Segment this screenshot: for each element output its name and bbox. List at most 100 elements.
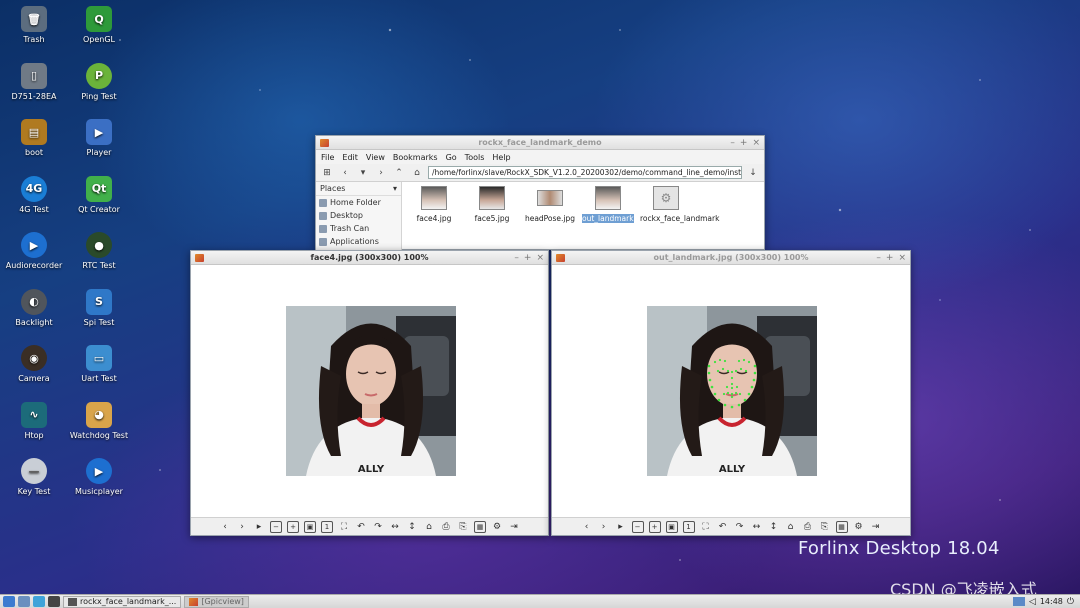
- desktop-shortcut[interactable]: Q OpenGL: [66, 6, 132, 44]
- minimize-button[interactable]: –: [514, 253, 519, 263]
- place-trash-can[interactable]: Trash Can: [316, 222, 401, 235]
- desktop-shortcut[interactable]: ◐ Backlight: [1, 288, 67, 327]
- open-icon[interactable]: ⌂: [785, 521, 797, 533]
- flip-vertical-icon[interactable]: ↕: [406, 521, 418, 533]
- desktop-shortcut[interactable]: ▶ Musicplayer: [66, 458, 132, 496]
- file-manager-launcher-icon[interactable]: [18, 596, 30, 607]
- close-button[interactable]: ×: [536, 253, 544, 263]
- menu-bookmarks[interactable]: Bookmarks: [393, 153, 438, 162]
- delete-icon[interactable]: ▦: [835, 520, 848, 533]
- menu-go[interactable]: Go: [446, 153, 457, 162]
- viewer-left-titlebar[interactable]: face4.jpg (300x300) 100% – + ×: [191, 251, 548, 265]
- network-icon[interactable]: [1012, 597, 1025, 606]
- menu-view[interactable]: View: [366, 153, 385, 162]
- rotate-left-icon[interactable]: ↶: [355, 521, 367, 533]
- quit-icon[interactable]: ⇥: [508, 521, 520, 533]
- zoom-in-icon[interactable]: +: [648, 520, 661, 533]
- file-item[interactable]: face4.jpg: [408, 186, 460, 246]
- preferences-icon[interactable]: ⚙: [491, 521, 503, 533]
- rotate-right-icon[interactable]: ↷: [372, 521, 384, 533]
- zoom-in-icon[interactable]: +: [287, 520, 299, 533]
- save-as-icon[interactable]: ⎘: [819, 521, 831, 533]
- file-item[interactable]: ⚙ rockx_face_landmark: [640, 186, 719, 246]
- desktop-shortcut[interactable]: 4G 4G Test: [1, 175, 67, 214]
- new-tab-icon[interactable]: ⊞: [320, 166, 334, 180]
- fullscreen-icon[interactable]: ⛶: [338, 521, 350, 533]
- shutdown-icon[interactable]: ⏻: [1067, 597, 1074, 607]
- start-menu-icon[interactable]: [3, 596, 15, 607]
- history-dropdown-icon[interactable]: ▾: [356, 166, 370, 180]
- desktop-shortcut[interactable]: ▤ boot: [1, 119, 67, 157]
- file-item-selected[interactable]: out_landmark.jpg: [582, 186, 648, 246]
- save-icon[interactable]: ⎙: [802, 521, 814, 533]
- desktop-shortcut[interactable]: P Ping Test: [66, 62, 132, 101]
- path-input[interactable]: /home/forlinx/slave/RockX_SDK_V1.2.0_202…: [428, 166, 742, 179]
- place-home-folder[interactable]: Home Folder: [316, 196, 401, 209]
- menu-edit[interactable]: Edit: [342, 153, 358, 162]
- flip-horizontal-icon[interactable]: ↔: [751, 521, 763, 533]
- preferences-icon[interactable]: ⚙: [853, 521, 865, 533]
- open-icon[interactable]: ⌂: [423, 521, 435, 533]
- previous-icon[interactable]: ‹: [219, 521, 231, 533]
- minimize-button[interactable]: –: [876, 253, 881, 263]
- task-gpicview[interactable]: [Gpicview]: [184, 595, 249, 608]
- desktop-shortcut[interactable]: S Spi Test: [66, 288, 132, 327]
- slideshow-icon[interactable]: ▸: [253, 521, 265, 533]
- place-desktop[interactable]: Desktop: [316, 209, 401, 222]
- previous-icon[interactable]: ‹: [581, 521, 593, 533]
- terminal-launcher-icon[interactable]: [48, 596, 60, 607]
- task-file-manager[interactable]: rockx_face_landmark_...: [63, 595, 182, 608]
- desktop-shortcut[interactable]: — Key Test: [1, 458, 67, 496]
- menu-tools[interactable]: Tools: [465, 153, 485, 162]
- desktop-shortcut[interactable]: 🗑 Trash: [1, 6, 67, 44]
- close-button[interactable]: ×: [752, 138, 760, 148]
- flip-horizontal-icon[interactable]: ↔: [389, 521, 401, 533]
- place-applications[interactable]: Applications: [316, 235, 401, 248]
- file-item[interactable]: headPose.jpg: [524, 186, 576, 246]
- next-icon[interactable]: ›: [598, 521, 610, 533]
- desktop-shortcut[interactable]: ◉ Camera: [1, 345, 67, 383]
- desktop-shortcut[interactable]: ▶ Player: [66, 119, 132, 157]
- zoom-out-icon[interactable]: −: [270, 520, 282, 533]
- desktop-shortcut[interactable]: ▭ Uart Test: [66, 345, 132, 383]
- places-header[interactable]: Places ▾: [316, 182, 401, 196]
- menu-file[interactable]: File: [321, 153, 334, 162]
- slideshow-icon[interactable]: ▸: [615, 521, 627, 533]
- save-as-icon[interactable]: ⎘: [457, 521, 469, 533]
- desktop-shortcut[interactable]: ● RTC Test: [66, 232, 132, 270]
- quit-icon[interactable]: ⇥: [870, 521, 882, 533]
- zoom-out-icon[interactable]: −: [631, 520, 644, 533]
- back-icon[interactable]: ‹: [338, 166, 352, 180]
- file-item[interactable]: face5.jpg: [466, 186, 518, 246]
- go-icon[interactable]: ↓: [746, 166, 760, 180]
- file-manager-titlebar[interactable]: rockx_face_landmark_demo – + ×: [316, 136, 764, 150]
- fit-window-icon[interactable]: ▣: [665, 520, 678, 533]
- original-size-icon[interactable]: 1: [682, 520, 695, 533]
- desktop-shortcut[interactable]: ∿ Htop: [1, 401, 67, 440]
- clock[interactable]: 14:48: [1040, 597, 1063, 606]
- delete-icon[interactable]: ▦: [474, 520, 486, 533]
- maximize-button[interactable]: +: [524, 253, 532, 263]
- desktop-shortcut[interactable]: ▶ Audiorecorder: [1, 232, 67, 270]
- desktop-shortcut[interactable]: Qt Qt Creator: [66, 175, 132, 214]
- desktop-shortcut[interactable]: ▯ D751-28EA: [1, 62, 67, 101]
- maximize-button[interactable]: +: [886, 253, 894, 263]
- fit-window-icon[interactable]: ▣: [304, 520, 316, 533]
- forward-icon[interactable]: ›: [374, 166, 388, 180]
- up-icon[interactable]: ⌃: [392, 166, 406, 180]
- browser-launcher-icon[interactable]: [33, 596, 45, 607]
- original-size-icon[interactable]: 1: [321, 520, 333, 533]
- volume-icon[interactable]: ◁: [1029, 597, 1036, 607]
- viewer-right-titlebar[interactable]: out_landmark.jpg (300x300) 100% – + ×: [552, 251, 910, 265]
- fullscreen-icon[interactable]: ⛶: [700, 521, 712, 533]
- rotate-left-icon[interactable]: ↶: [717, 521, 729, 533]
- maximize-button[interactable]: +: [740, 138, 748, 148]
- close-button[interactable]: ×: [898, 253, 906, 263]
- minimize-button[interactable]: –: [730, 138, 735, 148]
- menu-help[interactable]: Help: [492, 153, 510, 162]
- save-icon[interactable]: ⎙: [440, 521, 452, 533]
- next-icon[interactable]: ›: [236, 521, 248, 533]
- flip-vertical-icon[interactable]: ↕: [768, 521, 780, 533]
- home-icon[interactable]: ⌂: [410, 166, 424, 180]
- desktop-shortcut[interactable]: ◕ Watchdog Test: [66, 401, 132, 440]
